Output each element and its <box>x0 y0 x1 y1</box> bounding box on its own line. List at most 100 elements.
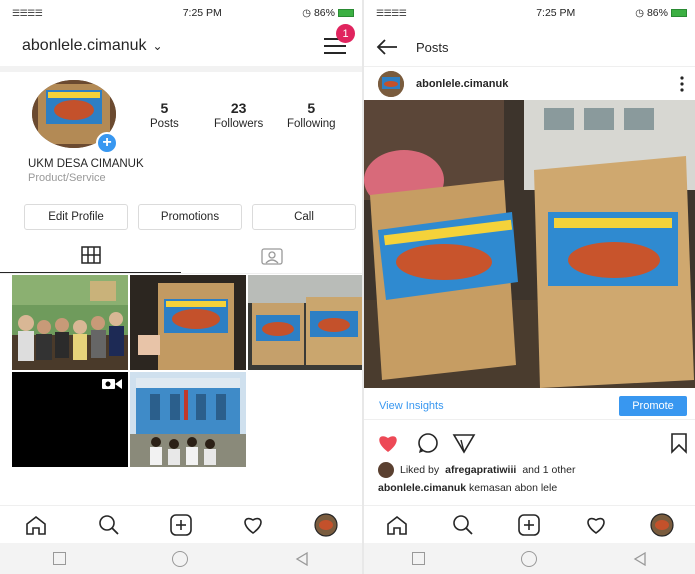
profile-header: abonlele.cimanuk ⌄ 1 <box>0 24 362 66</box>
alarm-icon: ◷ <box>635 7 644 19</box>
grid-video-4[interactable] <box>12 372 128 467</box>
following-stat[interactable]: 5 Following <box>287 100 336 130</box>
battery-percent: 86% <box>313 7 335 19</box>
profile-tabs <box>0 238 362 274</box>
back-triangle-icon[interactable] <box>633 551 647 566</box>
profile-username: abonlele.cimanuk <box>22 37 147 54</box>
menu-button[interactable]: 1 <box>324 24 355 56</box>
new-post-button[interactable] <box>515 511 543 539</box>
add-icon <box>170 513 192 536</box>
post-header: abonlele.cimanuk <box>364 66 695 100</box>
add-story-button[interactable]: + <box>96 132 118 154</box>
profile-tab-button[interactable] <box>648 511 676 539</box>
post-image[interactable] <box>364 100 695 388</box>
grid-photo-1[interactable] <box>12 275 128 370</box>
liker-avatar <box>378 462 394 478</box>
recent-apps-icon[interactable] <box>53 552 67 565</box>
page-title: Posts <box>416 39 449 55</box>
bookmark-icon[interactable] <box>670 432 688 454</box>
status-time: 7:25 PM <box>536 7 576 19</box>
posts-stat[interactable]: 5 Posts <box>150 100 179 130</box>
profile-category: Product/Service <box>28 172 106 184</box>
bottom-nav <box>364 505 695 543</box>
bottom-nav <box>0 505 362 543</box>
heart-filled-icon[interactable] <box>376 432 400 454</box>
battery-group: ◷ 86% <box>635 7 687 19</box>
search-button[interactable] <box>95 511 123 539</box>
likes-line[interactable]: Liked by afregapratiwiii and 1 other <box>378 462 575 478</box>
posts-count: 5 <box>160 100 169 116</box>
back-arrow-icon[interactable] <box>376 39 398 55</box>
grid-photo-5[interactable] <box>130 372 246 467</box>
comment-icon[interactable] <box>416 432 440 454</box>
post-avatar[interactable] <box>378 70 404 97</box>
alarm-icon: ◷ <box>302 7 311 19</box>
edit-profile-button[interactable]: Edit Profile <box>24 204 128 230</box>
grid-photo-3[interactable] <box>248 275 362 370</box>
heart-icon <box>244 517 263 534</box>
posts-header: Posts <box>364 30 695 64</box>
battery-percent: 86% <box>646 7 668 19</box>
profile-actions: Edit Profile Promotions Call <box>24 204 356 230</box>
add-icon <box>518 513 541 536</box>
battery-icon <box>670 9 687 17</box>
search-icon <box>453 514 473 535</box>
post-screen: ☰☰☰☰ 7:25 PM ◷ 86% Posts abonlele.cimanu… <box>364 0 695 574</box>
menu-icon-line <box>324 45 346 47</box>
search-button[interactable] <box>449 511 477 539</box>
followers-count: 23 <box>230 100 247 116</box>
video-icon <box>102 379 122 389</box>
back-triangle-icon[interactable] <box>295 551 309 566</box>
post-caption: abonlele.cimanuk kemasan abon lele <box>378 482 557 494</box>
liked-user[interactable]: afregapratiwiii <box>445 464 516 476</box>
heart-icon <box>586 517 605 534</box>
tagged-photos-icon <box>260 247 283 265</box>
profile-bio: UKM DESA CIMANUK Product/Service <box>0 158 362 184</box>
view-insights-link[interactable]: View Insights <box>379 400 444 412</box>
tab-tagged[interactable] <box>181 238 362 273</box>
battery-group: ◷ 86% <box>302 7 354 19</box>
caption-username[interactable]: abonlele.cimanuk <box>378 482 466 494</box>
posts-label: Posts <box>150 118 179 130</box>
grid-icon <box>80 246 101 264</box>
profile-avatar-icon <box>650 512 674 537</box>
signal-indicator: ☰☰☰☰ <box>12 7 43 18</box>
activity-button[interactable] <box>582 511 610 539</box>
grid-photo-2[interactable] <box>130 275 246 370</box>
tab-grid[interactable] <box>0 238 181 273</box>
battery-icon <box>337 9 354 17</box>
status-bar: ☰☰☰☰ 7:25 PM ◷ 86% <box>0 0 362 26</box>
call-button[interactable]: Call <box>252 204 356 230</box>
system-nav <box>0 543 362 574</box>
profile-avatar-icon <box>314 512 338 537</box>
followers-stat[interactable]: 23 Followers <box>214 100 263 130</box>
insights-bar: View Insights Promote <box>364 392 695 420</box>
recent-apps-icon[interactable] <box>412 552 425 565</box>
home-icon <box>387 515 407 535</box>
home-button[interactable] <box>22 511 50 539</box>
menu-icon-line <box>324 52 346 54</box>
new-post-button[interactable] <box>167 511 195 539</box>
more-options-icon[interactable] <box>679 75 685 92</box>
account-switcher[interactable]: abonlele.cimanuk ⌄ <box>22 37 163 55</box>
followers-label: Followers <box>214 118 264 130</box>
profile-tab-button[interactable] <box>312 511 340 539</box>
liked-suffix: and 1 other <box>522 464 576 476</box>
profile-name: UKM DESA CIMANUK <box>28 158 144 170</box>
promotions-button[interactable]: Promotions <box>138 204 242 230</box>
post-username[interactable]: abonlele.cimanuk <box>416 78 679 90</box>
activity-button[interactable] <box>239 511 267 539</box>
following-label: Following <box>287 118 336 130</box>
share-icon[interactable] <box>452 432 476 454</box>
home-circle-icon[interactable] <box>172 550 189 567</box>
notification-badge: 1 <box>336 24 355 43</box>
profile-summary: + 5 Posts 23 Followers 5 Following <box>0 72 362 158</box>
home-button[interactable] <box>383 511 411 539</box>
post-actions <box>376 430 688 456</box>
signal-indicator: ☰☰☰☰ <box>376 7 407 18</box>
promote-button[interactable]: Promote <box>619 395 687 416</box>
home-circle-icon[interactable] <box>521 550 537 567</box>
status-bar: ☰☰☰☰ 7:25 PM ◷ 86% <box>364 0 695 26</box>
liked-prefix: Liked by <box>400 464 440 476</box>
chevron-down-icon: ⌄ <box>152 39 163 53</box>
